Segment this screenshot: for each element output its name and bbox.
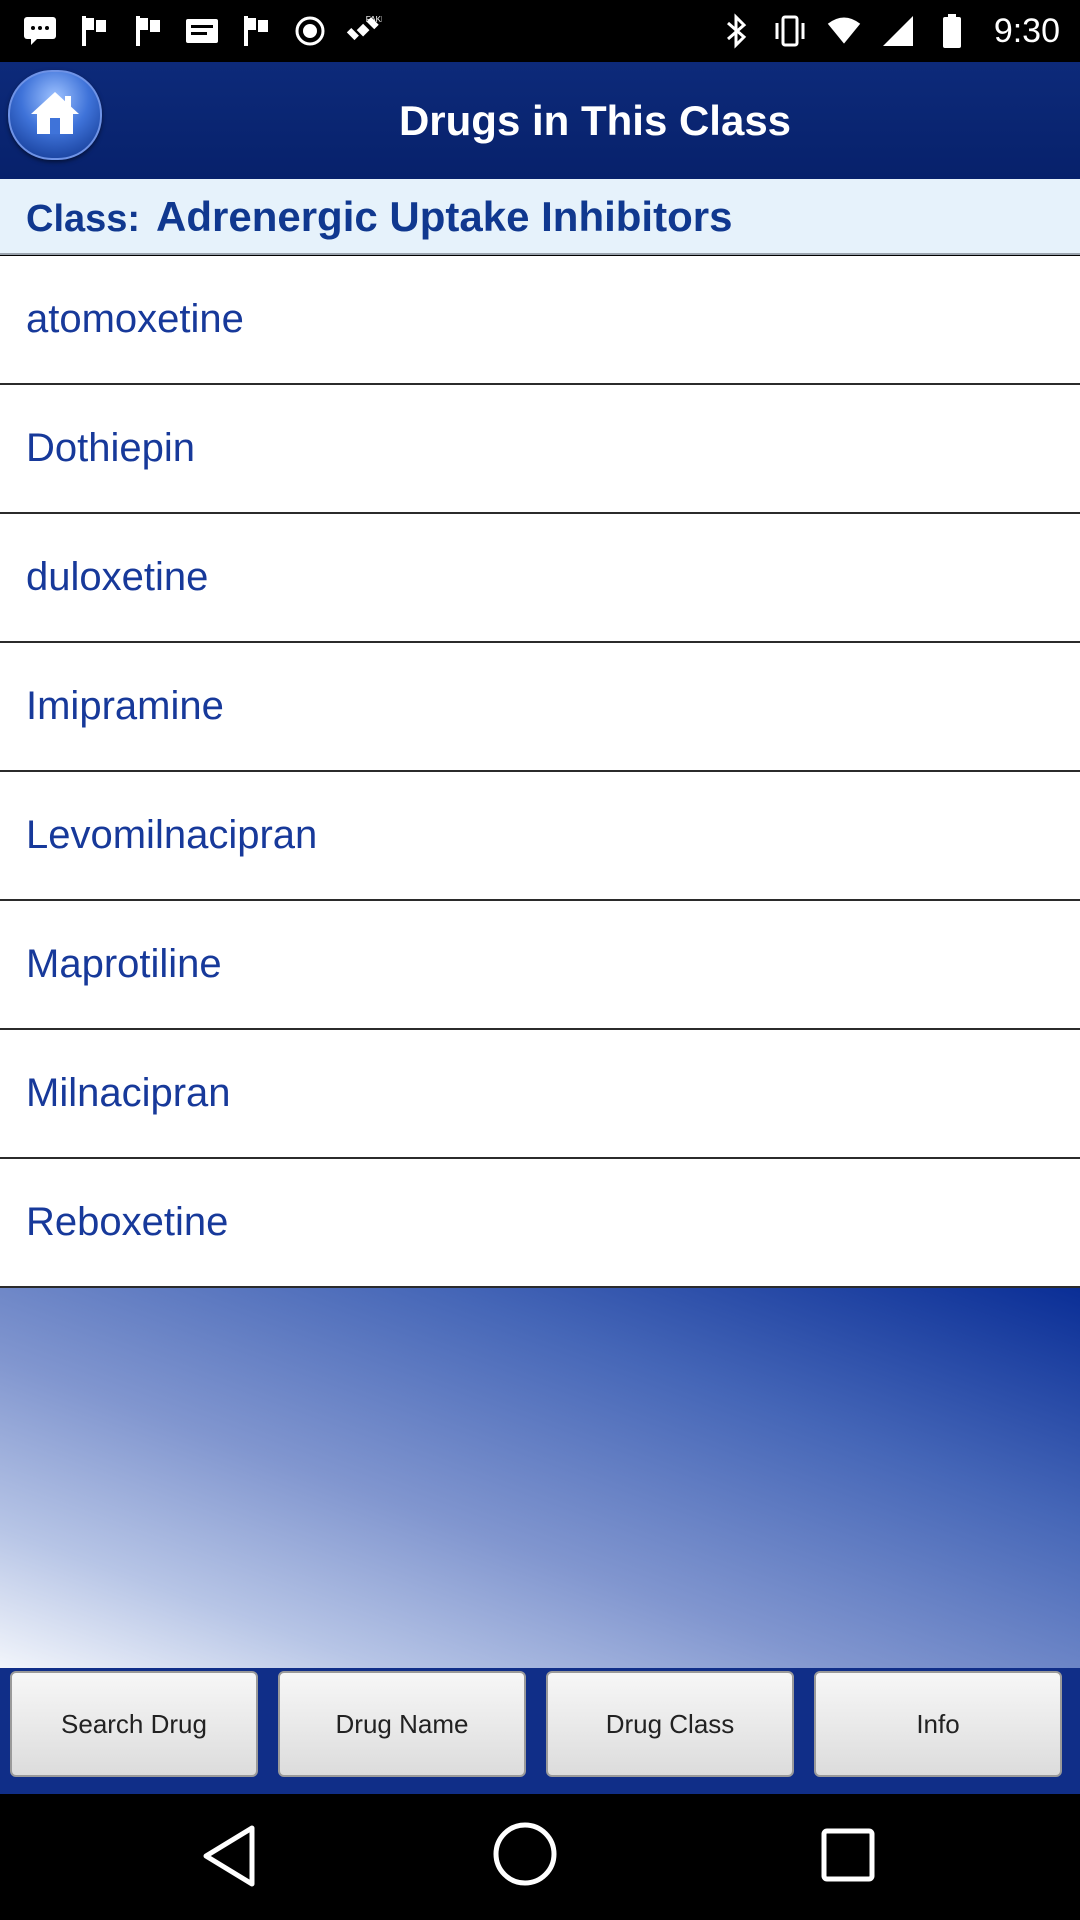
message-icon [22, 13, 58, 49]
battery-icon [934, 13, 970, 49]
status-bar: FAKE 9:30 [0, 0, 1080, 62]
list-item[interactable]: Levomilnacipran [0, 772, 1080, 901]
notification-icons: FAKE [22, 10, 382, 52]
mail-icon [184, 13, 220, 49]
background-gradient [0, 1288, 1080, 1668]
back-icon[interactable] [200, 1824, 260, 1893]
list-item[interactable]: atomoxetine [0, 256, 1080, 385]
info-button[interactable]: Info [814, 1671, 1062, 1777]
bottom-tab-bar: Search Drug Drug Name Drug Class Info [0, 1668, 1080, 1794]
flag-icon [238, 13, 274, 49]
home-icon [27, 88, 83, 143]
class-row: Class: Adrenergic Uptake Inhibitors [0, 179, 1080, 255]
recents-icon[interactable] [820, 1827, 876, 1888]
system-nav-bar [0, 1794, 1080, 1920]
home-button[interactable] [8, 70, 102, 160]
satellite-fake-gps-icon: FAKE [346, 13, 382, 49]
signal-icon [880, 13, 916, 49]
wifi-icon [826, 13, 862, 49]
list-item[interactable]: duloxetine [0, 514, 1080, 643]
record-icon [292, 13, 328, 49]
class-label: Class: [26, 198, 141, 240]
home-circle-icon[interactable] [490, 1819, 560, 1894]
clock: 9:30 [993, 11, 1060, 50]
class-name: Adrenergic Uptake Inhibitors [156, 193, 733, 240]
list-item[interactable]: Milnacipran [0, 1030, 1080, 1159]
bluetooth-icon [718, 13, 754, 49]
svg-text:FAKE: FAKE [366, 15, 382, 24]
flag-icon [130, 13, 166, 49]
list-item[interactable]: Dothiepin [0, 385, 1080, 514]
list-item[interactable]: Imipramine [0, 643, 1080, 772]
app-header: Drugs in This Class [0, 62, 1080, 179]
drug-list: atomoxetine Dothiepin duloxetine Imipram… [0, 256, 1080, 1288]
vibrate-icon [772, 13, 808, 49]
list-item[interactable]: Maprotiline [0, 901, 1080, 1030]
system-icons: 9:30 [718, 10, 1060, 52]
page-title: Drugs in This Class [398, 97, 792, 144]
list-item[interactable]: Reboxetine [0, 1159, 1080, 1288]
flag-icon [76, 13, 112, 49]
drug-name-button[interactable]: Drug Name [278, 1671, 526, 1777]
search-drug-button[interactable]: Search Drug [10, 1671, 258, 1777]
drug-class-button[interactable]: Drug Class [546, 1671, 794, 1777]
